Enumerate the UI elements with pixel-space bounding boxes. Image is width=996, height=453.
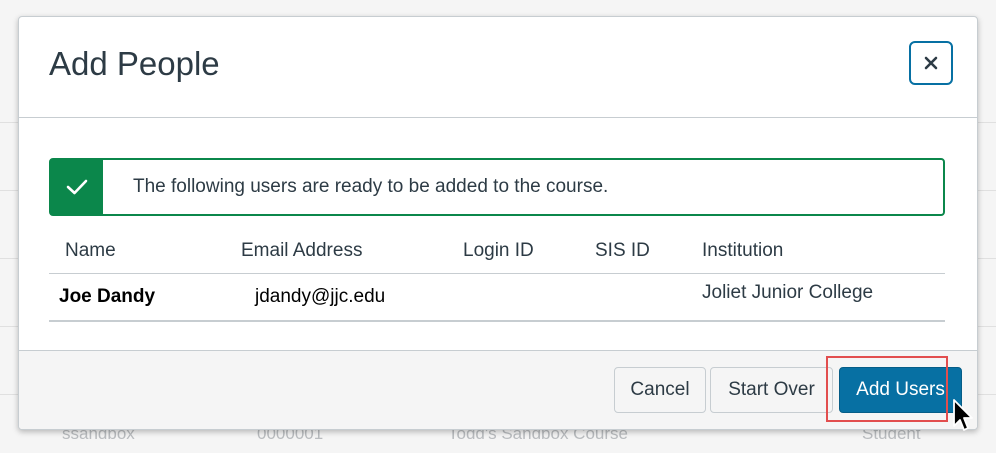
checkmark-icon: [66, 179, 88, 195]
cancel-button[interactable]: Cancel: [614, 367, 706, 413]
modal-title: Add People: [49, 45, 220, 82]
alert-icon-container: [51, 160, 103, 214]
close-button[interactable]: [909, 41, 953, 85]
close-icon: [924, 56, 938, 70]
header-login-id: Login ID: [463, 229, 595, 274]
institution-text: Joliet Junior College: [702, 282, 874, 303]
table-header-row: Name Email Address Login ID SIS ID Insti…: [49, 229, 945, 274]
header-sis-id: SIS ID: [595, 229, 702, 274]
modal-header: Add People: [19, 17, 977, 118]
cell-name: Joe Dandy: [49, 273, 241, 322]
start-over-button[interactable]: Start Over: [710, 367, 833, 413]
add-users-button[interactable]: Add Users: [839, 367, 962, 413]
cell-institution: Joliet Junior College: [702, 273, 945, 322]
header-email: Email Address: [241, 229, 463, 274]
cell-email: jdandy@jjc.edu: [241, 273, 463, 322]
table-row: Joe Dandy jdandy@jjc.edu Joliet Junior C…: [49, 273, 945, 322]
add-people-modal: Add People The following users are ready…: [18, 16, 978, 430]
cell-login-id: [463, 273, 595, 322]
success-alert: The following users are ready to be adde…: [49, 158, 945, 216]
modal-body: The following users are ready to be adde…: [19, 118, 977, 350]
header-name: Name: [49, 229, 241, 274]
modal-footer: Cancel Start Over Add Users: [19, 350, 977, 429]
header-institution: Institution: [702, 229, 945, 274]
mouse-cursor-icon: [953, 399, 973, 431]
users-table: Name Email Address Login ID SIS ID Insti…: [49, 229, 945, 322]
alert-message: The following users are ready to be adde…: [133, 176, 609, 197]
cell-sis-id: [595, 273, 702, 322]
